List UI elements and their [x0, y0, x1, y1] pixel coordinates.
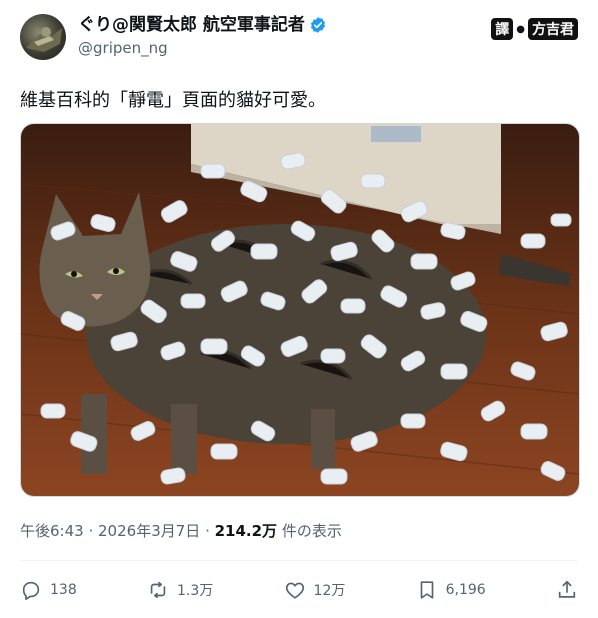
tweet-text: 維基百科的「靜電」頁面的貓好可愛。: [20, 90, 326, 111]
display-name[interactable]: ぐり@関賢太郎 航空軍事記者: [78, 14, 305, 36]
display-name-row[interactable]: ぐり@関賢太郎 航空軍事記者: [78, 14, 327, 36]
repost-icon: [150, 581, 166, 599]
bookmark-icon: [420, 581, 433, 599]
reply-count: 138: [50, 582, 77, 598]
like-count: 12万: [313, 583, 346, 599]
badge-dot-icon: ●: [516, 23, 525, 35]
avatar[interactable]: [20, 14, 66, 60]
divider: [20, 560, 578, 561]
bookmark-button[interactable]: 6,196: [416, 579, 486, 601]
verified-icon: [310, 17, 325, 33]
view-count: 214.2万: [214, 522, 278, 540]
translator-badge: 譯 ● 方吉君: [491, 18, 578, 40]
meta-separator: ·: [205, 522, 215, 540]
like-icon: [285, 582, 304, 599]
repost-button[interactable]: 1.3万: [147, 579, 213, 601]
bookmark-count: 6,196: [445, 582, 486, 598]
badge-right: 方吉君: [528, 18, 578, 40]
cat-photo-image: [21, 124, 579, 496]
badge-left: 譯: [491, 18, 514, 40]
reply-icon: [22, 581, 40, 600]
tweet-meta: 午後6:43 · 2026年3月7日 · 214.2万 件の表示: [20, 520, 342, 541]
avatar-image: [26, 27, 62, 52]
user-handle[interactable]: @gripen_ng: [78, 37, 327, 59]
tweet-header: ぐり@関賢太郎 航空軍事記者 @gripen_ng 譯 ● 方吉君: [20, 12, 578, 62]
user-names: ぐり@関賢太郎 航空軍事記者 @gripen_ng: [78, 14, 327, 59]
repost-count: 1.3万: [177, 583, 214, 599]
tweet-date[interactable]: 2026年3月7日: [98, 522, 200, 540]
action-bar: 138 1.3万 12万 6,196: [20, 575, 578, 605]
like-button[interactable]: 12万: [284, 579, 346, 601]
reply-button[interactable]: 138: [20, 579, 77, 601]
tweet-time[interactable]: 午後6:43: [20, 522, 84, 540]
view-label: 件の表示: [281, 522, 342, 540]
share-icon: [558, 580, 576, 598]
tweet-photo[interactable]: [20, 123, 580, 497]
meta-separator: ·: [88, 522, 99, 540]
share-button[interactable]: [556, 579, 578, 601]
